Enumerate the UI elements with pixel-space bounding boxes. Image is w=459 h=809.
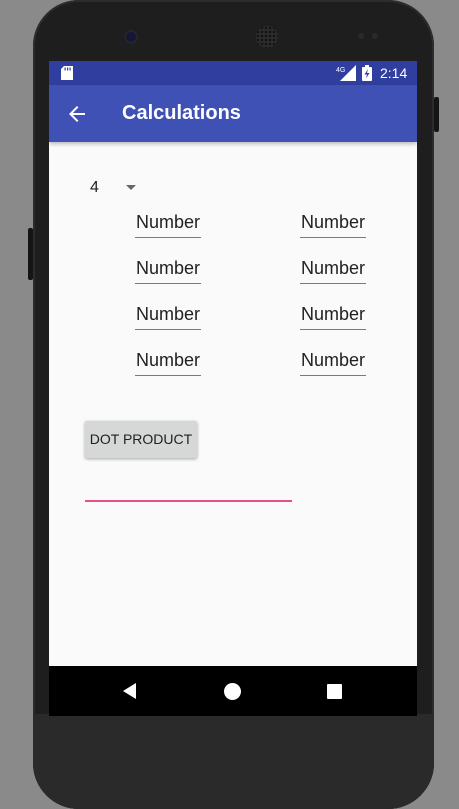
- vector-a-field-4[interactable]: Number: [135, 349, 201, 376]
- power-button: [434, 97, 439, 132]
- network-type-label: 4G: [336, 67, 345, 74]
- app-bar: Calculations: [49, 85, 417, 142]
- front-camera: [126, 32, 136, 42]
- signal-icon: 4G: [336, 65, 356, 81]
- sd-card-icon: [61, 66, 73, 80]
- app-screen: 4G 2:14 Calculations 4 Number Number Num…: [49, 61, 417, 716]
- navigation-bar: [49, 666, 417, 716]
- status-time: 2:14: [380, 65, 408, 81]
- battery-icon: [362, 65, 372, 81]
- vector-a-field-1[interactable]: Number: [135, 211, 201, 238]
- arrow-back-icon[interactable]: [65, 102, 89, 126]
- nav-home-icon[interactable]: [224, 683, 241, 700]
- earpiece-speaker: [256, 26, 278, 48]
- volume-button: [28, 228, 33, 280]
- vector-a-field-2[interactable]: Number: [135, 257, 201, 284]
- vector-b-field-2[interactable]: Number: [300, 257, 366, 284]
- dropdown-arrow-icon: [126, 185, 136, 190]
- vector-a-field-3[interactable]: Number: [135, 303, 201, 330]
- result-field[interactable]: [85, 500, 292, 502]
- status-bar: 4G 2:14: [49, 61, 417, 85]
- vector-b-field-3[interactable]: Number: [300, 303, 366, 330]
- dot-product-button[interactable]: DOT PRODUCT: [85, 421, 197, 458]
- nav-recents-icon[interactable]: [327, 684, 342, 699]
- dimension-spinner[interactable]: 4: [85, 176, 145, 200]
- phone-chin: [33, 714, 434, 809]
- vector-b-field-4[interactable]: Number: [300, 349, 366, 376]
- light-sensor: [372, 33, 378, 39]
- vector-b-field-1[interactable]: Number: [300, 211, 366, 238]
- page-title: Calculations: [122, 102, 241, 124]
- spinner-selected-value: 4: [90, 179, 99, 196]
- nav-back-icon[interactable]: [122, 683, 138, 699]
- proximity-sensor: [358, 33, 364, 39]
